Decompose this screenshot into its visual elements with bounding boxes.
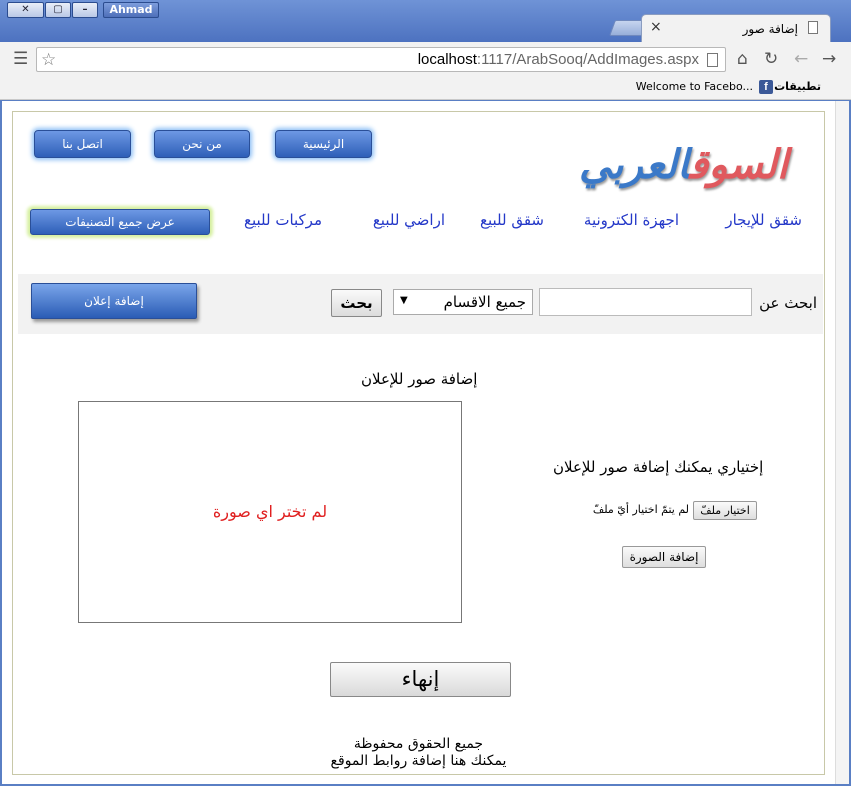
page-viewport: السوقالعربي الرئيسية من نحن اتصل بنا شقق… xyxy=(2,101,849,784)
category-link-land[interactable]: اراضي للبيع xyxy=(373,211,445,229)
bookmark-star-icon[interactable]: ☆ xyxy=(41,50,56,70)
profile-button[interactable]: Ahmad xyxy=(103,2,159,18)
category-link-electronics[interactable]: اجهزة الكترونية xyxy=(584,211,679,229)
optional-upload-text: إختياري يمكنك إضافة صور للإعلان xyxy=(553,458,764,476)
bookmark-facebook[interactable]: Welcome to Facebo... xyxy=(636,80,753,93)
category-select-value: جميع الاقسام xyxy=(443,293,526,311)
bookmark-apps[interactable]: تطبيقات xyxy=(774,80,821,93)
home-icon[interactable]: ⌂ xyxy=(737,50,748,68)
menu-icon[interactable]: ☰ xyxy=(13,50,28,68)
nav-about-button[interactable]: من نحن xyxy=(154,130,250,158)
page-icon xyxy=(808,21,818,34)
search-input[interactable] xyxy=(539,288,752,316)
category-link-sale-apartments[interactable]: شقق للبيع xyxy=(480,211,544,229)
no-image-message: لم تختر اي صورة xyxy=(212,502,328,521)
site-logo[interactable]: السوقالعربي xyxy=(579,138,788,192)
dropdown-arrow-icon: ▼ xyxy=(400,295,408,306)
minimize-window-button[interactable]: – xyxy=(72,2,98,18)
forward-arrow-icon[interactable]: → xyxy=(822,50,836,68)
window-titlebar: ✕ ▢ – Ahmad × إضافة صور xyxy=(0,0,851,42)
tab-close-icon[interactable]: × xyxy=(650,19,662,35)
bookmarks-bar: Welcome to Facebo... f تطبيقات xyxy=(0,76,851,100)
category-link-rent-apartments[interactable]: شقق للإيجار xyxy=(725,211,802,229)
file-status-text: لم يتمّ اختيار أيّ ملفّ xyxy=(592,503,689,516)
close-window-button[interactable]: ✕ xyxy=(7,2,44,18)
image-preview-box: لم تختر اي صورة xyxy=(78,401,462,623)
vertical-scrollbar[interactable] xyxy=(835,101,849,784)
choose-file-button[interactable]: اختيار ملفّ xyxy=(693,501,757,520)
all-categories-button[interactable]: عرض جميع التصنيفات xyxy=(30,209,210,235)
upload-title: إضافة صور للإعلان xyxy=(361,370,478,388)
facebook-icon: f xyxy=(759,80,773,94)
footer: جميع الحقوق محفوظة يمكنك هنا إضافة روابط… xyxy=(13,736,824,770)
browser-toolbar: ☰ ☆ localhost:1117/ArabSooq/AddImages.as… xyxy=(0,42,851,76)
finish-button[interactable]: إنهاء xyxy=(330,662,511,697)
page-info-icon[interactable] xyxy=(707,53,718,67)
footer-rights: جميع الحقوق محفوظة xyxy=(353,736,484,752)
category-select[interactable]: جميع الاقسام ▼ xyxy=(393,289,533,315)
page-container: السوقالعربي الرئيسية من نحن اتصل بنا شقق… xyxy=(12,111,825,775)
search-bar: ابحث عن جميع الاقسام ▼ بحث إضافة إعلان xyxy=(18,274,823,334)
category-link-vehicles[interactable]: مركبات للبيع xyxy=(244,211,322,229)
add-image-button[interactable]: إضافة الصورة xyxy=(622,546,706,568)
tab-title: إضافة صور xyxy=(742,22,798,36)
tab-active[interactable]: × إضافة صور xyxy=(641,14,831,42)
search-label: ابحث عن xyxy=(759,294,817,312)
back-arrow-icon[interactable]: ← xyxy=(794,50,808,68)
file-input[interactable]: اختيار ملفّ لم يتمّ اختيار أيّ ملفّ xyxy=(593,501,757,523)
reload-icon[interactable]: ↻ xyxy=(764,50,778,68)
footer-links-note: يمكنك هنا إضافة روابط الموقع xyxy=(330,753,507,769)
add-ad-button[interactable]: إضافة إعلان xyxy=(31,283,197,319)
nav-home-button[interactable]: الرئيسية xyxy=(275,130,372,158)
address-bar[interactable]: ☆ localhost:1117/ArabSooq/AddImages.aspx xyxy=(36,47,726,72)
nav-contact-button[interactable]: اتصل بنا xyxy=(34,130,131,158)
url-text[interactable]: localhost:1117/ArabSooq/AddImages.aspx xyxy=(418,51,699,68)
maximize-window-button[interactable]: ▢ xyxy=(45,2,71,18)
search-button[interactable]: بحث xyxy=(331,289,382,317)
